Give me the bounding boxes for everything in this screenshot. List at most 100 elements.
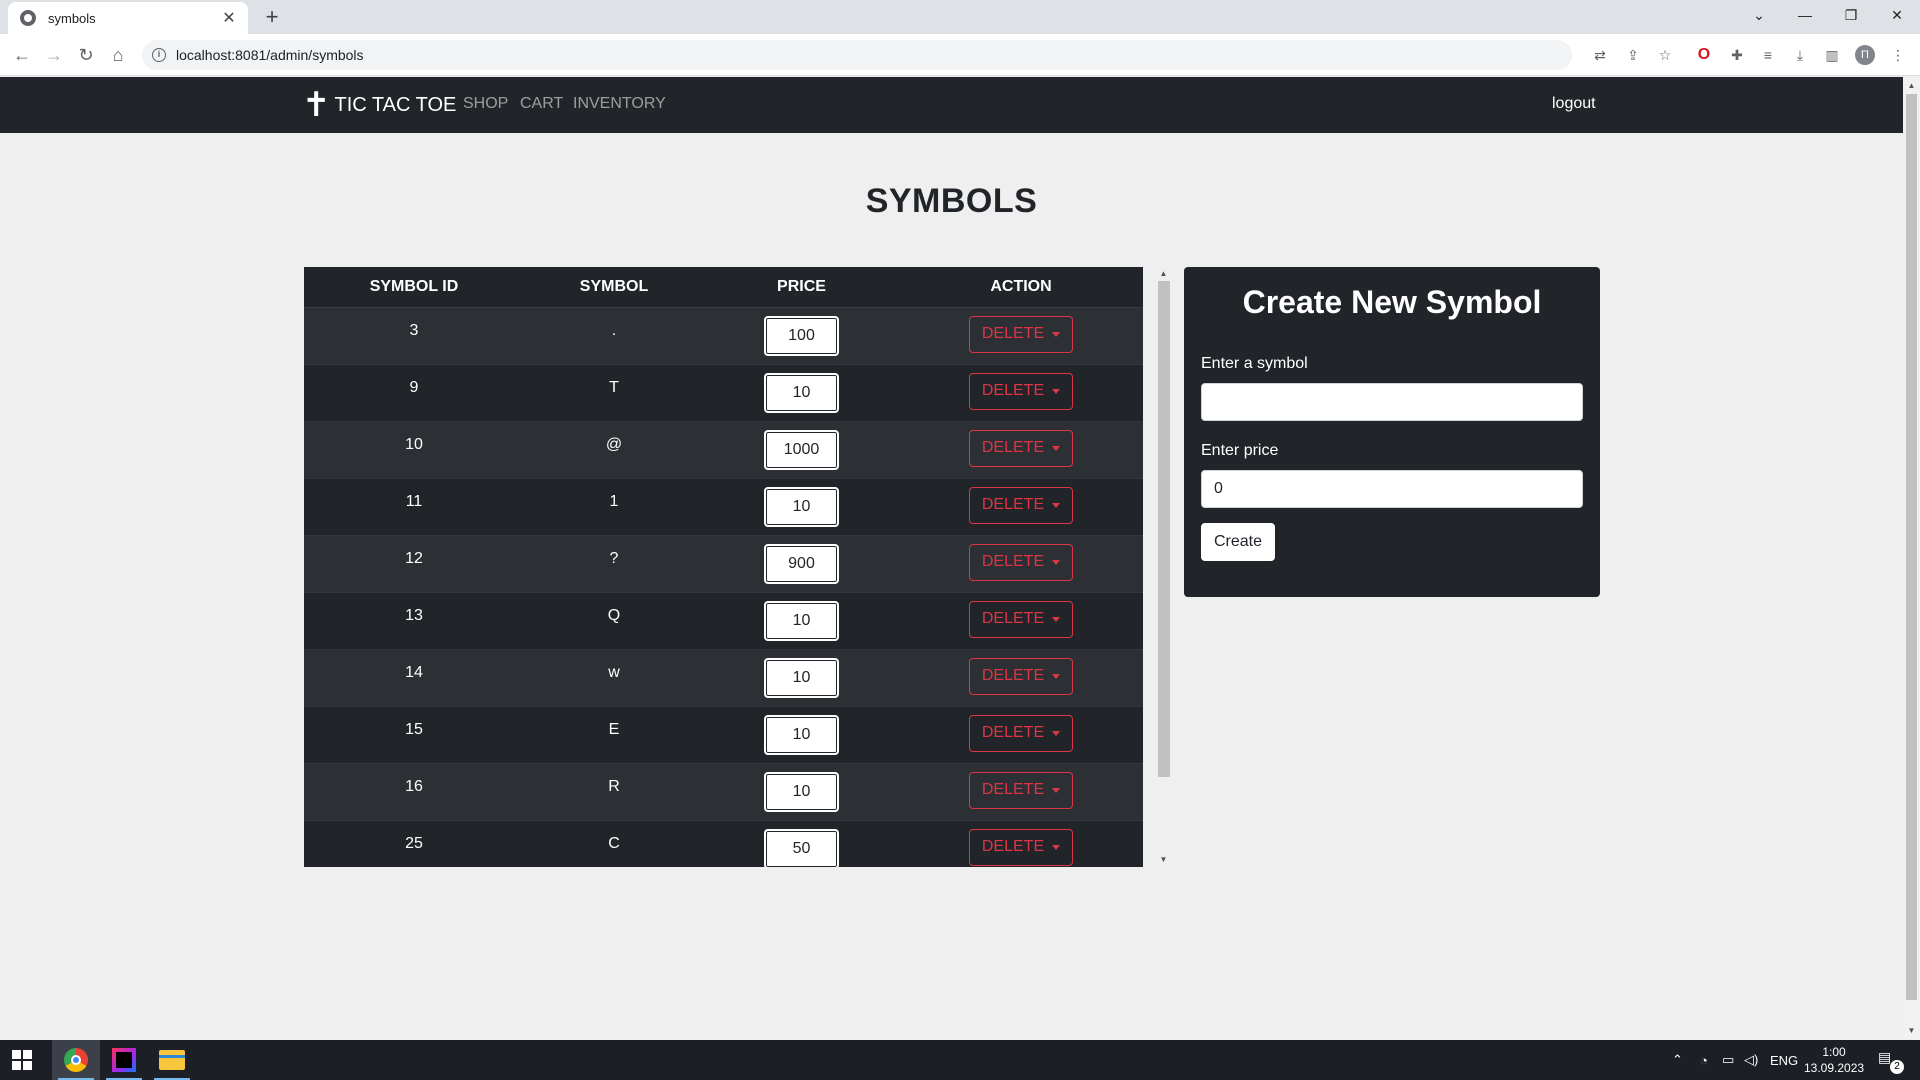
- price-cell: [704, 762, 899, 820]
- logout-link[interactable]: logout: [1552, 95, 1596, 113]
- new-tab-button[interactable]: +: [258, 4, 286, 32]
- nav-link-inventory[interactable]: INVENTORY: [573, 95, 666, 113]
- extensions-icon[interactable]: ✚: [1727, 45, 1747, 65]
- taskbar-app-intellij[interactable]: [100, 1040, 148, 1080]
- delete-button-label: DELETE: [981, 610, 1045, 627]
- table-row: 111 DELETE: [304, 477, 1143, 535]
- symbol-id-cell: 25: [304, 819, 524, 867]
- column-header-action: ACTION: [899, 267, 1143, 308]
- share-icon[interactable]: ⇪: [1623, 45, 1643, 65]
- tab-close-icon[interactable]: ✕: [220, 8, 238, 28]
- delete-dropdown-button[interactable]: DELETE: [968, 657, 1074, 695]
- sidepanel-icon[interactable]: ▥: [1822, 45, 1842, 65]
- delete-dropdown-button[interactable]: DELETE: [968, 315, 1074, 353]
- taskbar-app-chrome[interactable]: [52, 1040, 100, 1080]
- symbol-cell: ?: [524, 534, 704, 592]
- media-icon[interactable]: ≡: [1758, 45, 1778, 65]
- table-row: 10@ DELETE: [304, 420, 1143, 478]
- delete-dropdown-button[interactable]: DELETE: [968, 714, 1074, 752]
- price-edit-input[interactable]: [764, 657, 839, 698]
- url-text[interactable]: localhost:8081/admin/symbols: [176, 47, 364, 63]
- forward-icon[interactable]: →: [40, 42, 68, 68]
- back-icon[interactable]: ←: [8, 42, 36, 68]
- taskbar-app-explorer[interactable]: [148, 1040, 196, 1080]
- delete-button-label: DELETE: [981, 496, 1045, 513]
- table-row: 12? DELETE: [304, 534, 1143, 592]
- delete-dropdown-button[interactable]: DELETE: [968, 771, 1074, 809]
- info-icon[interactable]: i: [152, 48, 166, 62]
- minimize-icon[interactable]: —: [1782, 0, 1828, 30]
- scroll-up-arrow-icon[interactable]: ▲: [1156, 267, 1171, 281]
- create-button[interactable]: Create: [1201, 523, 1276, 561]
- price-edit-input[interactable]: [764, 543, 839, 584]
- notifications-icon[interactable]: ▤ 2: [1878, 1049, 1904, 1074]
- table-row: 14w DELETE: [304, 648, 1143, 706]
- reload-icon[interactable]: ↻: [72, 42, 100, 68]
- profile-icon[interactable]: П: [1855, 45, 1875, 65]
- symbol-cell: Q: [524, 591, 704, 649]
- tab-title: symbols: [48, 10, 96, 26]
- delete-button-label: DELETE: [981, 667, 1045, 684]
- price-edit-input[interactable]: [764, 714, 839, 755]
- symbol-id-cell: 16: [304, 762, 524, 820]
- restore-icon[interactable]: ❐: [1828, 0, 1874, 30]
- delete-button-label: DELETE: [981, 439, 1045, 456]
- caret-down-icon: [1052, 445, 1061, 451]
- table-scrollbar[interactable]: ▲ ▼: [1156, 267, 1171, 867]
- price-edit-input[interactable]: [764, 828, 839, 867]
- browser-tab[interactable]: symbols ✕: [8, 2, 248, 34]
- show-hidden-icons-icon[interactable]: ⌃: [1672, 1040, 1683, 1080]
- delete-dropdown-button[interactable]: DELETE: [968, 543, 1074, 581]
- price-input[interactable]: [1201, 470, 1583, 508]
- nav-link-shop[interactable]: SHOP: [463, 95, 508, 113]
- delete-dropdown-button[interactable]: DELETE: [968, 486, 1074, 524]
- address-bar[interactable]: i localhost:8081/admin/symbols: [142, 40, 1572, 70]
- delete-button-label: DELETE: [981, 553, 1045, 570]
- globe-icon: [20, 10, 36, 26]
- windows-start-icon[interactable]: [12, 1050, 32, 1070]
- symbol-cell: @: [524, 420, 704, 478]
- page-scrollbar[interactable]: ▲ ▼: [1903, 77, 1920, 1039]
- price-edit-input[interactable]: [764, 372, 839, 413]
- price-edit-input[interactable]: [764, 429, 839, 470]
- action-cell: DELETE: [899, 591, 1143, 649]
- brand-link[interactable]: ✝ TIC TAC TOE: [302, 85, 456, 125]
- scroll-down-arrow-icon[interactable]: ▼: [1156, 853, 1171, 867]
- symbols-table-container: SYMBOL ID SYMBOL PRICE ACTION 3.DELETE9T…: [304, 267, 1143, 867]
- volume-icon[interactable]: ◁): [1744, 1040, 1758, 1080]
- browser-toolbar: ← → ↻ ⌂ i localhost:8081/admin/symbols ⇄…: [0, 34, 1920, 76]
- close-window-icon[interactable]: ✕: [1874, 0, 1920, 30]
- column-header-symbol-id: SYMBOL ID: [304, 267, 524, 308]
- delete-dropdown-button[interactable]: DELETE: [968, 600, 1074, 638]
- bookmark-star-icon[interactable]: ☆: [1655, 45, 1675, 65]
- page-scroll-thumb[interactable]: [1906, 94, 1917, 1000]
- battery-icon[interactable]: ▭: [1722, 1040, 1734, 1080]
- symbol-input[interactable]: [1201, 383, 1583, 421]
- download-icon[interactable]: ⤓: [1790, 45, 1810, 65]
- language-indicator[interactable]: ENG: [1770, 1040, 1798, 1080]
- delete-dropdown-button[interactable]: DELETE: [968, 429, 1074, 467]
- caret-down-icon: [1052, 730, 1061, 736]
- page-scroll-down-icon[interactable]: ▼: [1903, 1022, 1920, 1039]
- price-edit-input[interactable]: [764, 486, 839, 527]
- delete-dropdown-button[interactable]: DELETE: [968, 828, 1074, 866]
- page-scroll-up-icon[interactable]: ▲: [1903, 77, 1920, 94]
- tab-search-icon[interactable]: ⌄: [1736, 0, 1782, 30]
- system-clock[interactable]: 1:00 13.09.2023: [1804, 1044, 1864, 1076]
- price-cell: [704, 705, 899, 763]
- price-edit-input[interactable]: [764, 600, 839, 641]
- translate-icon[interactable]: ⇄: [1590, 45, 1610, 65]
- action-cell: DELETE: [899, 534, 1143, 592]
- delete-dropdown-button[interactable]: DELETE: [968, 372, 1074, 410]
- price-edit-input[interactable]: [764, 315, 839, 356]
- nav-link-cart[interactable]: CART: [520, 95, 563, 113]
- home-icon[interactable]: ⌂: [104, 42, 132, 68]
- delete-button-label: DELETE: [981, 382, 1045, 399]
- table-scroll-thumb[interactable]: [1158, 281, 1170, 777]
- network-icon[interactable]: ◔: [1700, 1040, 1708, 1080]
- price-edit-input[interactable]: [764, 771, 839, 812]
- opera-icon[interactable]: O: [1694, 45, 1714, 65]
- caret-down-icon: [1052, 559, 1061, 565]
- menu-icon[interactable]: ⋮: [1888, 45, 1908, 65]
- intellij-icon: [112, 1048, 136, 1072]
